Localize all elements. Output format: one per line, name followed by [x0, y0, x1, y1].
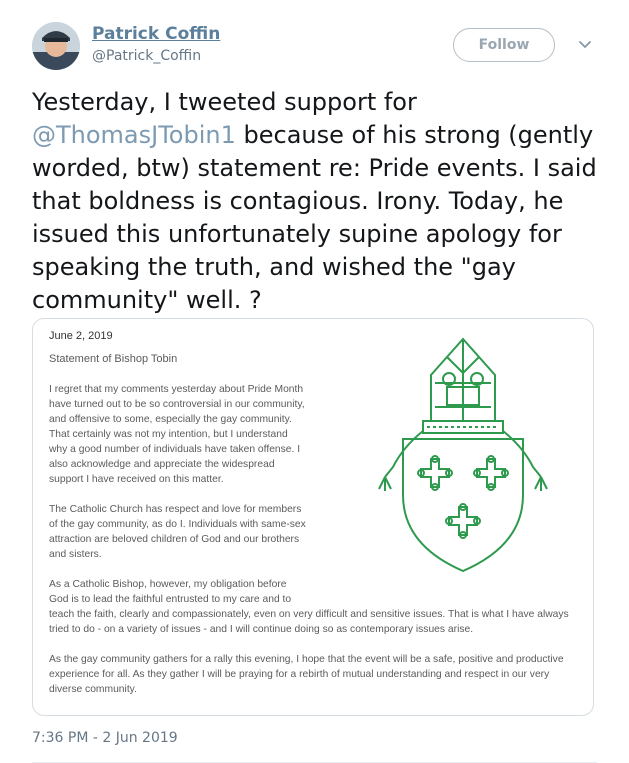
user-display-name[interactable]: Patrick Coffin [92, 24, 220, 44]
statement-paragraph: teach the faith, clearly and compassiona… [49, 609, 569, 635]
user-handle[interactable]: @Patrick_Coffin [92, 48, 201, 64]
follow-button[interactable]: Follow [453, 28, 555, 62]
avatar[interactable] [32, 22, 80, 70]
statement-paragraph: I regret that my comments yesterday abou… [49, 384, 305, 485]
tweet-text-part: because of his strong (gently worded, bt… [32, 121, 597, 314]
statement-paragraph: The Catholic Church has respect and love… [49, 504, 306, 560]
mention-link[interactable]: @ThomasJTobin1 [32, 121, 236, 149]
tweet-timestamp[interactable]: 7:36 PM - 2 Jun 2019 [32, 730, 178, 746]
statement-paragraph: As the gay community gathers for a rally… [49, 654, 564, 695]
tweet-text: Yesterday, I tweeted support for @Thomas… [32, 86, 607, 317]
tweet-text-part: Yesterday, I tweeted support for [32, 88, 417, 116]
attached-image[interactable]: June 2, 2019 Statement of Bishop Tobin I… [32, 318, 594, 716]
statement-paragraph: As a Catholic Bishop, however, my obliga… [49, 579, 292, 605]
crest-icon [378, 337, 548, 573]
chevron-down-icon[interactable] [576, 36, 594, 54]
